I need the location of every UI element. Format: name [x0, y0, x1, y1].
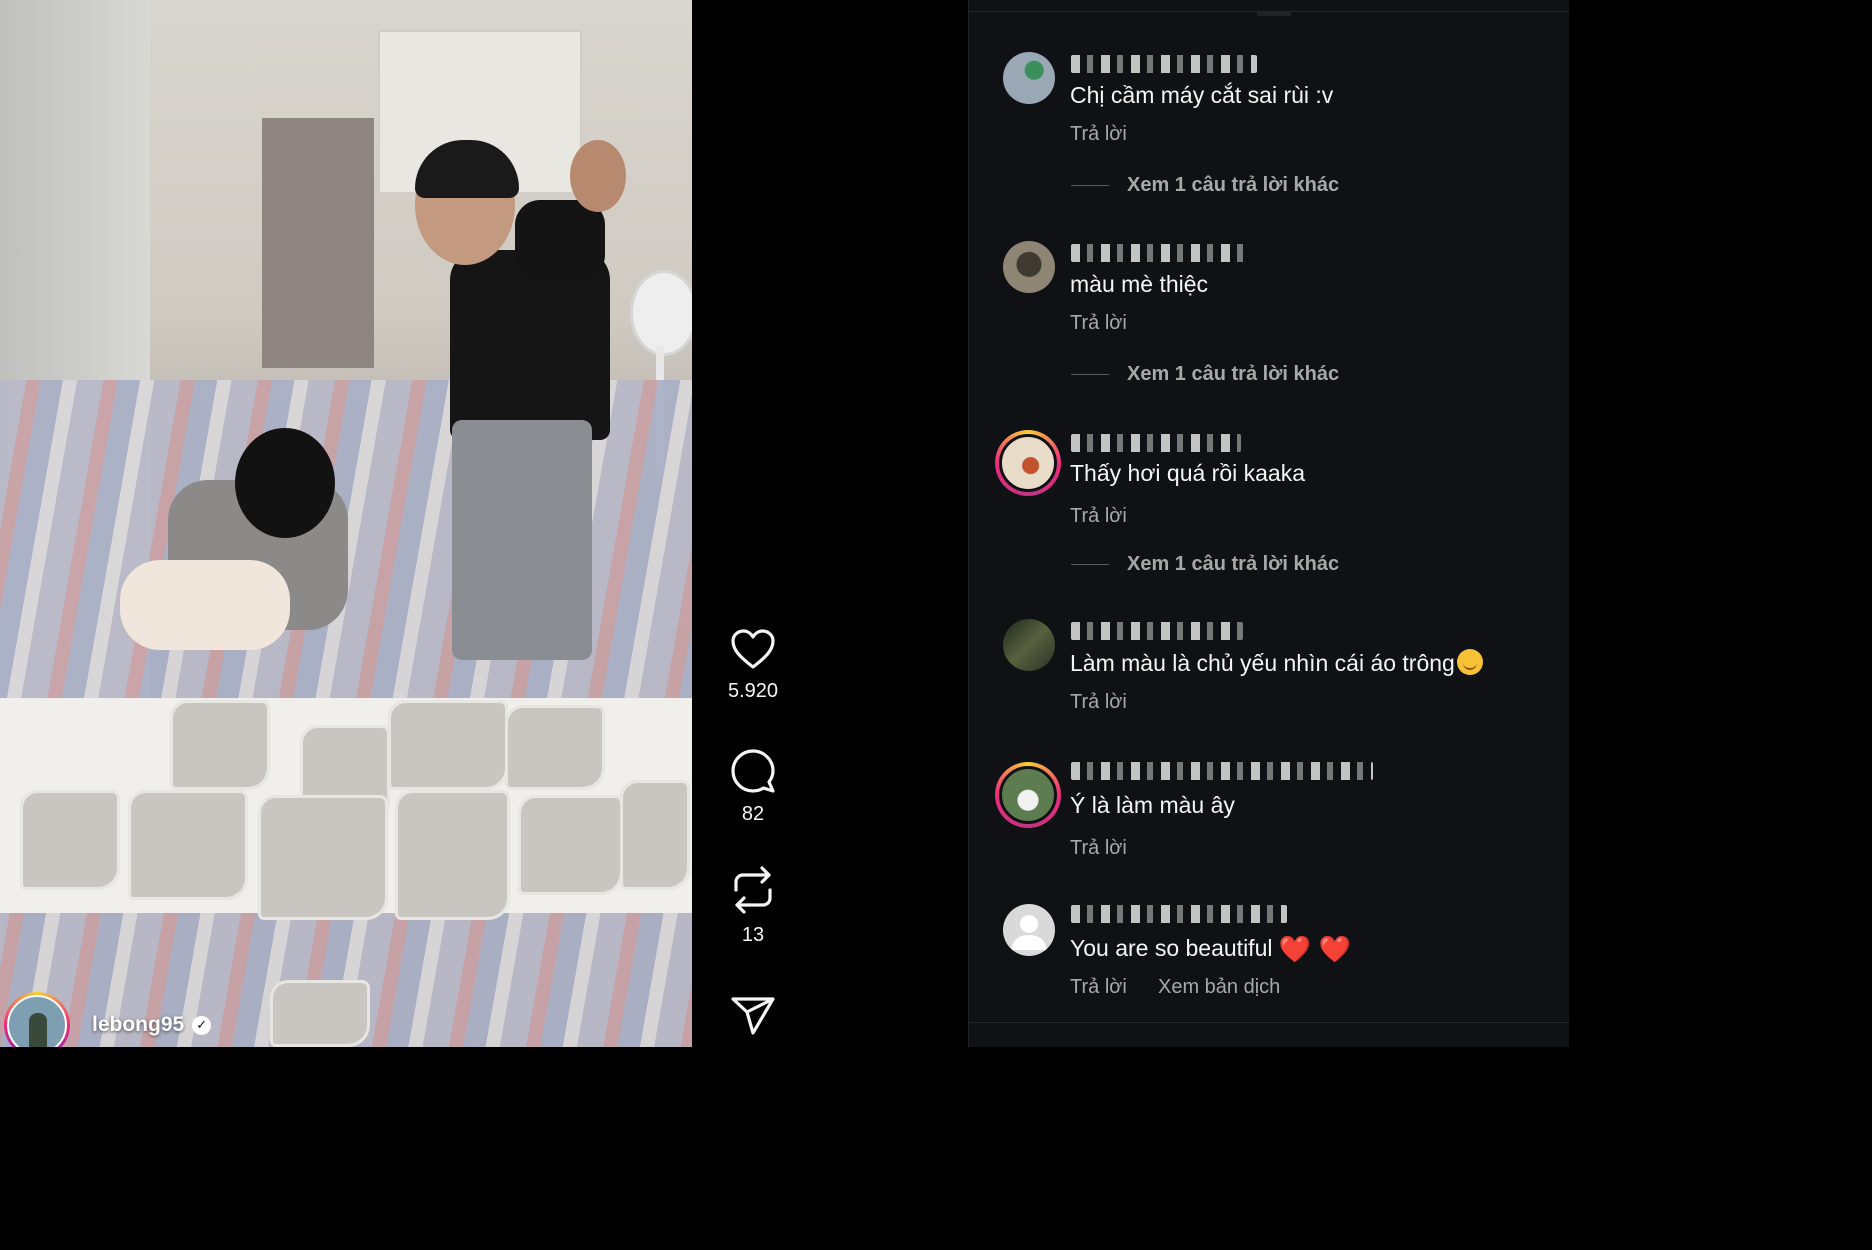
reply-button[interactable]: Trả lời — [1070, 505, 1127, 528]
commenter-avatar-story-ring[interactable] — [995, 430, 1061, 496]
comment-count: 82 — [741, 803, 765, 825]
view-more-replies-button[interactable]: Xem 1 câu trả lời khác — [1071, 174, 1339, 197]
comment-action[interactable]: 82 — [692, 749, 814, 826]
reply-button[interactable]: Trả lời — [1070, 976, 1127, 999]
comment-icon[interactable] — [731, 749, 775, 793]
commenter-avatar[interactable] — [1003, 241, 1055, 293]
video-scene-fan — [630, 270, 692, 356]
video-scene-door — [262, 118, 374, 368]
comment-text: Chị cầm máy cắt sai rùi :v — [1070, 82, 1334, 108]
commenter-username-blurred[interactable] — [1071, 905, 1287, 923]
comment-text: Làm màu là chủ yếu nhìn cái áo trông — [1070, 649, 1483, 677]
red-heart-emoji-icon: ❤️ ❤️ — [1278, 934, 1351, 964]
commenter-username-blurred[interactable] — [1071, 55, 1257, 73]
comment-text: màu mè thiệc — [1070, 271, 1209, 297]
comment-text: You are so beautiful ❤️ ❤️ — [1070, 934, 1351, 964]
commenter-avatar[interactable] — [1003, 52, 1055, 104]
relieved-face-emoji-icon — [1456, 649, 1483, 675]
share-icon[interactable] — [731, 996, 775, 1036]
reply-button[interactable]: Trả lời — [1070, 123, 1127, 146]
commenter-avatar-story-ring[interactable] — [995, 762, 1061, 828]
action-rail: 5.920 82 13 — [692, 0, 968, 1047]
reply-button[interactable]: Trả lời — [1070, 837, 1127, 860]
commenter-username-blurred[interactable] — [1071, 244, 1249, 262]
repost-count: 13 — [741, 924, 765, 946]
commenter-username-blurred[interactable] — [1071, 622, 1243, 640]
commenter-username-blurred[interactable] — [1071, 434, 1241, 452]
heart-icon[interactable] — [730, 628, 776, 670]
author-username[interactable]: lebong95 — [92, 1013, 184, 1037]
repost-icon[interactable] — [731, 866, 775, 914]
view-more-replies-button[interactable]: Xem 1 câu trả lời khác — [1071, 553, 1339, 576]
verified-badge-icon: ✓ — [192, 1015, 212, 1035]
like-count: 5.920 — [727, 680, 779, 702]
comment-text: Ý là làm màu ây — [1070, 792, 1235, 818]
share-action[interactable] — [692, 996, 814, 1036]
commenter-username-blurred[interactable] — [1071, 762, 1373, 780]
repost-action[interactable]: 13 — [692, 866, 814, 947]
post-author[interactable]: lebong95 ✓ — [4, 992, 212, 1047]
like-action[interactable]: 5.920 — [692, 628, 814, 703]
comment-text: Thấy hơi quá rồi kaaka — [1070, 460, 1305, 486]
author-avatar[interactable] — [4, 992, 70, 1047]
post-video[interactable]: lebong95 ✓ — [0, 0, 692, 1047]
commenter-avatar[interactable] — [1003, 619, 1055, 671]
drag-handle[interactable] — [1257, 11, 1291, 16]
see-translation-button[interactable]: Xem bản dịch — [1158, 976, 1280, 999]
reply-button[interactable]: Trả lời — [1070, 312, 1127, 335]
default-avatar-icon[interactable] — [1003, 904, 1055, 956]
view-more-replies-button[interactable]: Xem 1 câu trả lời khác — [1071, 363, 1339, 386]
comments-panel[interactable]: Chị cầm máy cắt sai rùi :v Trả lời Xem 1… — [968, 0, 1569, 1047]
reply-button[interactable]: Trả lời — [1070, 691, 1127, 714]
